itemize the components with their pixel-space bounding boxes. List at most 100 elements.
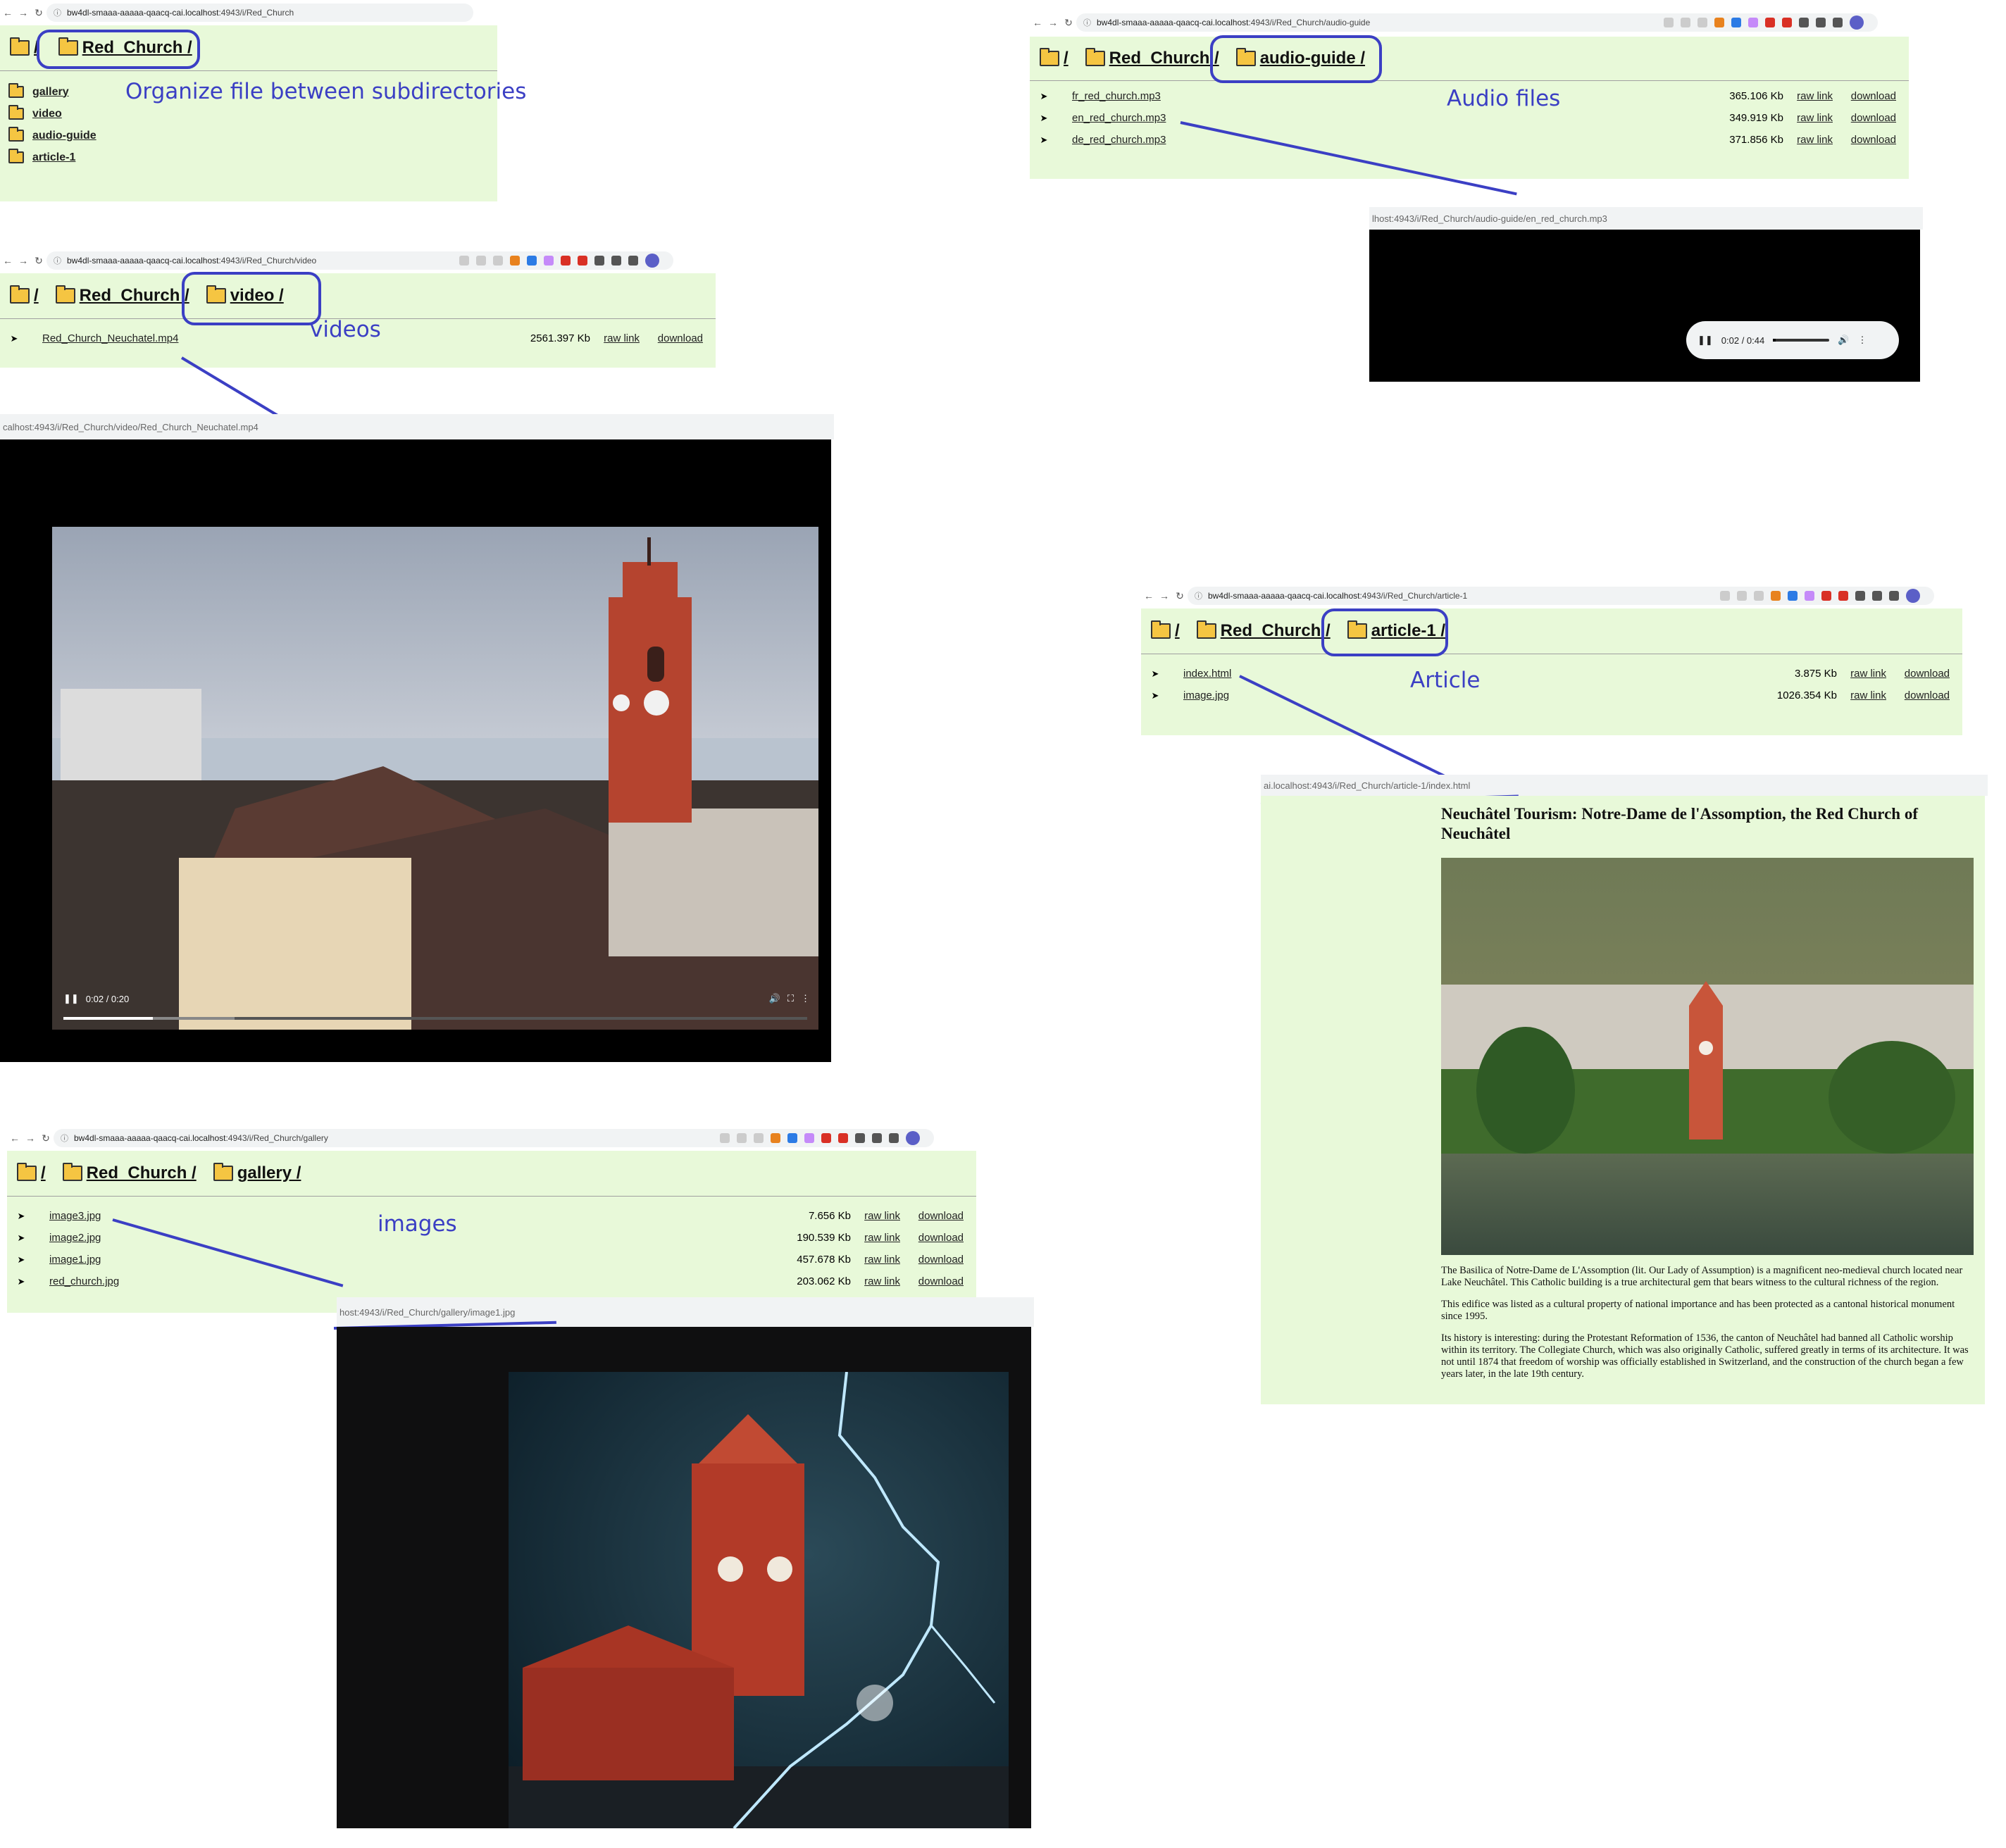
download-link[interactable]: download bbox=[900, 1254, 976, 1266]
video-player[interactable]: ❚❚ 0:02 / 0:20 🔊 ⛶ ⋮ bbox=[0, 439, 831, 1062]
folder-link[interactable]: audio-guide bbox=[32, 130, 96, 142]
fox-extension-icon[interactable] bbox=[1771, 591, 1781, 601]
crumb-root[interactable]: / bbox=[17, 1163, 46, 1183]
puzzle-icon[interactable] bbox=[1799, 18, 1809, 27]
extension-icon[interactable] bbox=[1765, 18, 1775, 27]
extension-icon[interactable] bbox=[1748, 18, 1758, 27]
avatar[interactable] bbox=[645, 254, 659, 268]
gallery-address-bar[interactable]: ⓘ bw4dl-smaaa-aaaaa-qaacq-cai.localhost:… bbox=[54, 1129, 934, 1147]
puzzle-icon[interactable] bbox=[1855, 591, 1865, 601]
raw-link[interactable]: raw link bbox=[851, 1232, 900, 1244]
file-name-link[interactable]: en_red_church.mp3 bbox=[1072, 112, 1166, 124]
avatar[interactable] bbox=[906, 1131, 920, 1145]
file-row[interactable]: ➤ image1.jpg 457.678 Kb raw link download bbox=[7, 1249, 976, 1270]
file-name-link[interactable]: index.html bbox=[1183, 668, 1231, 680]
share-icon[interactable] bbox=[1681, 18, 1690, 27]
volume-icon[interactable]: 🔊 bbox=[1838, 335, 1849, 346]
extension-icon[interactable] bbox=[821, 1133, 831, 1143]
root-address-bar[interactable]: ⓘ bw4dl-smaaa-aaaaa-qaacq-cai.localhost:… bbox=[46, 4, 473, 22]
forward-icon[interactable]: → bbox=[23, 1132, 38, 1144]
download-icon[interactable] bbox=[611, 256, 621, 266]
extension-icon[interactable] bbox=[561, 256, 571, 266]
reload-icon[interactable]: ↻ bbox=[38, 1132, 54, 1144]
crumb-root[interactable]: / bbox=[10, 285, 39, 306]
crumb-root-link[interactable]: / bbox=[1064, 49, 1069, 68]
raw-link[interactable]: raw link bbox=[851, 1254, 900, 1266]
sidebar-icon[interactable] bbox=[1833, 18, 1843, 27]
volume-icon[interactable]: 🔊 bbox=[769, 993, 780, 1004]
folder-row-article-1[interactable]: article-1 bbox=[8, 146, 489, 168]
sidebar-icon[interactable] bbox=[889, 1133, 899, 1143]
download-icon[interactable] bbox=[872, 1133, 882, 1143]
back-icon[interactable]: ← bbox=[7, 1132, 23, 1144]
star-icon[interactable] bbox=[754, 1133, 764, 1143]
download-link[interactable]: download bbox=[1833, 134, 1909, 146]
crumb-root-link[interactable]: / bbox=[1175, 621, 1180, 641]
share-icon[interactable] bbox=[1737, 591, 1747, 601]
download-link[interactable]: download bbox=[1886, 689, 1962, 701]
extension-icon[interactable] bbox=[804, 1133, 814, 1143]
crumb-root-link[interactable]: / bbox=[41, 1163, 46, 1183]
pause-icon[interactable]: ❚❚ bbox=[1697, 335, 1713, 346]
file-name-link[interactable]: red_church.jpg bbox=[49, 1275, 119, 1287]
raw-link[interactable]: raw link bbox=[1783, 90, 1833, 102]
extension-icon[interactable] bbox=[1821, 591, 1831, 601]
file-row[interactable]: ➤ image3.jpg 7.656 Kb raw link download bbox=[7, 1205, 976, 1227]
pause-icon[interactable]: ❚❚ bbox=[63, 993, 79, 1004]
crumb-root[interactable]: / bbox=[1040, 48, 1069, 68]
crumb-red-church[interactable]: Red_Church / bbox=[1196, 620, 1331, 641]
extension-icon[interactable] bbox=[787, 1133, 797, 1143]
raw-link[interactable]: raw link bbox=[851, 1275, 900, 1287]
forward-icon[interactable]: → bbox=[1157, 590, 1172, 601]
crumb-red-church-link[interactable]: Red_Church / bbox=[80, 286, 189, 306]
article-address-bar[interactable]: ⓘ bw4dl-smaaa-aaaaa-qaacq-cai.localhost:… bbox=[1188, 587, 1934, 605]
raw-link[interactable]: raw link bbox=[1783, 134, 1833, 146]
reload-icon[interactable]: ↻ bbox=[31, 255, 46, 267]
forward-icon[interactable]: → bbox=[15, 255, 31, 266]
crumb-red-church[interactable]: Red_Church / bbox=[1085, 48, 1219, 68]
translate-icon[interactable] bbox=[1664, 18, 1674, 27]
translate-icon[interactable] bbox=[459, 256, 469, 266]
audio-address-bar[interactable]: ⓘ bw4dl-smaaa-aaaaa-qaacq-cai.localhost:… bbox=[1076, 13, 1878, 32]
download-link[interactable]: download bbox=[1833, 90, 1909, 102]
file-name-link[interactable]: image.jpg bbox=[1183, 689, 1229, 701]
back-icon[interactable]: ← bbox=[0, 7, 15, 18]
extension-icon[interactable] bbox=[527, 256, 537, 266]
extension-icon[interactable] bbox=[578, 256, 587, 266]
puzzle-icon[interactable] bbox=[855, 1133, 865, 1143]
back-icon[interactable]: ← bbox=[1030, 17, 1045, 28]
translate-icon[interactable] bbox=[720, 1133, 730, 1143]
file-row[interactable]: ➤ de_red_church.mp3 371.856 Kb raw link down… bbox=[1030, 129, 1909, 151]
download-link[interactable]: download bbox=[900, 1275, 976, 1287]
forward-icon[interactable]: → bbox=[1045, 17, 1061, 28]
download-link[interactable]: download bbox=[900, 1210, 976, 1222]
crumb-root-link[interactable]: / bbox=[34, 286, 39, 306]
raw-link[interactable]: raw link bbox=[1837, 668, 1886, 680]
crumb-red-church[interactable]: Red_Church / bbox=[62, 1163, 197, 1183]
back-icon[interactable]: ← bbox=[0, 255, 15, 266]
file-name-link[interactable]: image1.jpg bbox=[49, 1254, 101, 1266]
more-options-icon[interactable]: ⋮ bbox=[801, 993, 810, 1004]
folder-row-audio-guide[interactable]: audio-guide bbox=[8, 125, 489, 146]
star-icon[interactable] bbox=[1754, 591, 1764, 601]
folder-row-video[interactable]: video bbox=[8, 103, 489, 125]
video-address-bar[interactable]: ⓘ bw4dl-smaaa-aaaaa-qaacq-cai.localhost:… bbox=[46, 251, 673, 270]
sidebar-icon[interactable] bbox=[628, 256, 638, 266]
audio-seek-track[interactable] bbox=[1773, 339, 1830, 342]
avatar[interactable] bbox=[1850, 15, 1864, 30]
crumb-red-church[interactable]: Red_Church / bbox=[55, 285, 189, 306]
extension-icon[interactable] bbox=[838, 1133, 848, 1143]
extension-icon[interactable] bbox=[544, 256, 554, 266]
file-name-link[interactable]: image3.jpg bbox=[49, 1210, 101, 1222]
back-icon[interactable]: ← bbox=[1141, 590, 1157, 601]
extension-icon[interactable] bbox=[1731, 18, 1741, 27]
share-icon[interactable] bbox=[737, 1133, 747, 1143]
extension-icon[interactable] bbox=[1782, 18, 1792, 27]
crumb-red-church-link[interactable]: Red_Church / bbox=[1221, 621, 1331, 641]
fox-extension-icon[interactable] bbox=[510, 256, 520, 266]
extension-icon[interactable] bbox=[1805, 591, 1814, 601]
crumb-root[interactable]: / bbox=[1151, 620, 1180, 641]
audio-player[interactable]: ❚❚ 0:02 / 0:44 🔊 ⋮ bbox=[1686, 321, 1899, 359]
folder-link[interactable]: video bbox=[32, 108, 62, 120]
file-name-link[interactable]: de_red_church.mp3 bbox=[1072, 134, 1166, 146]
